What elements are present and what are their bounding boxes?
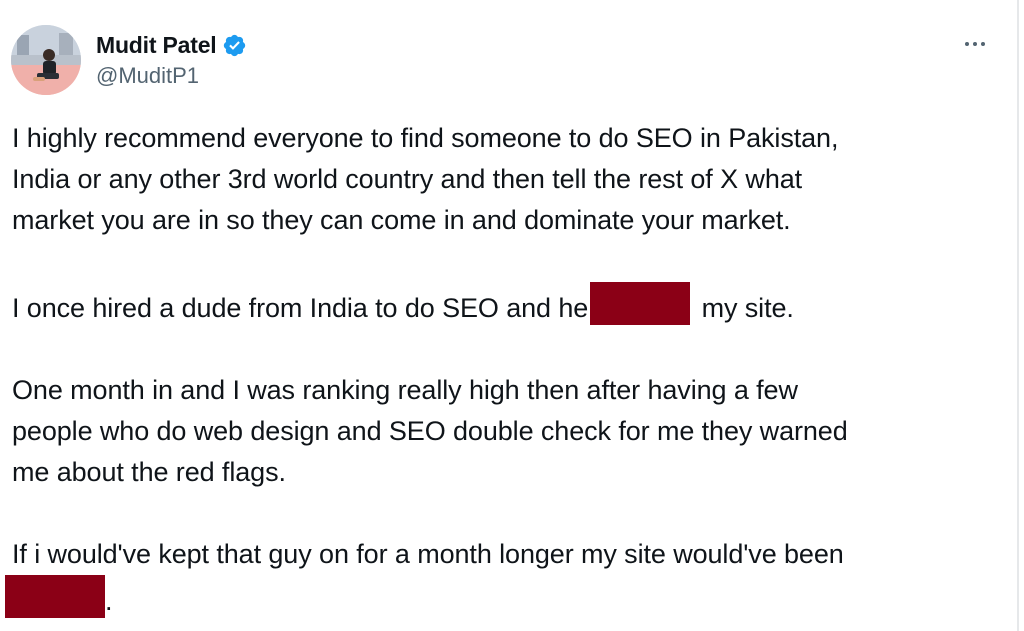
verified-badge-icon [224,34,246,56]
tweet-text-fragment: . [105,586,113,616]
ellipsis-dot [965,42,969,46]
tweet-line: If i would've kept that guy on for a mon… [12,539,844,569]
tweet-line: One month in and I was ranking really hi… [12,375,798,405]
avatar[interactable] [11,25,81,95]
redaction-block [5,575,105,618]
tweet-card: Mudit Patel @MuditP1 I highly recommend … [0,0,1019,631]
ellipsis-dot [981,42,985,46]
avatar-photo-icon [11,25,81,95]
tweet-text-fragment: I once hired a dude from India to do SEO… [12,293,589,323]
author-display-name[interactable]: Mudit Patel [96,32,217,59]
tweet-line: . [5,575,972,622]
tweet-line: market you are in so they can come in an… [12,205,791,235]
more-options-button[interactable] [958,33,992,55]
redaction-block [590,282,691,325]
tweet-line: me about the red flags. [12,457,286,487]
tweet-text-fragment: my site. [694,293,794,323]
tweet-line: I once hired a dude from India to do SEO… [12,282,972,329]
ellipsis-dot [973,42,977,46]
tweet-line: I highly recommend everyone to find some… [12,123,839,153]
author-handle[interactable]: @MuditP1 [96,63,199,89]
tweet-line: people who do web design and SEO double … [12,416,848,446]
tweet-text: I highly recommend everyone to find some… [5,118,972,622]
author-row: Mudit Patel [96,30,247,60]
tweet-line: India or any other 3rd world country and… [12,164,803,194]
